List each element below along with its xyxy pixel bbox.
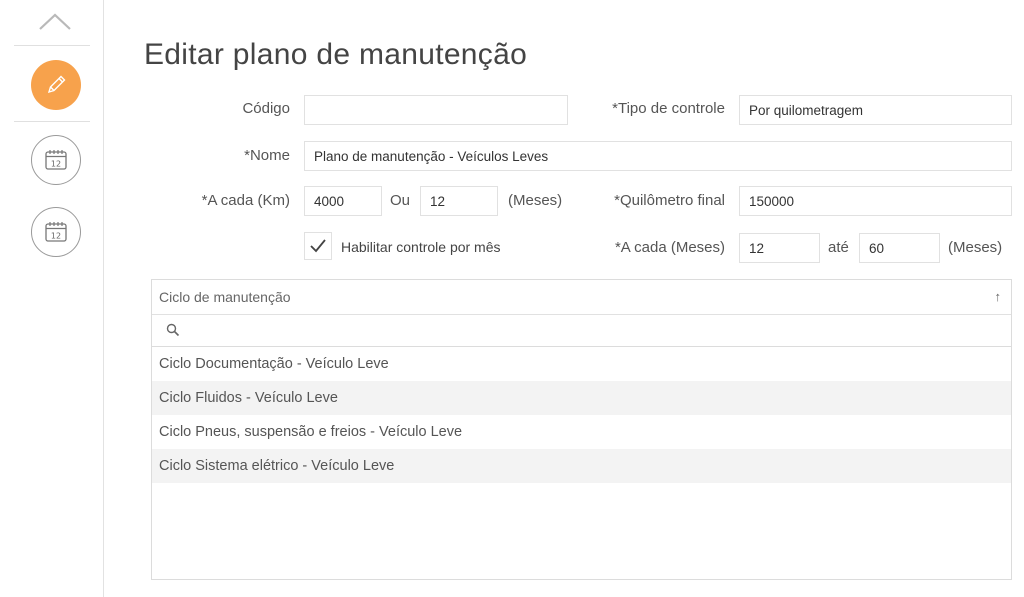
nome-label: *Nome (244, 147, 290, 164)
calendar-button[interactable]: 12 (31, 135, 81, 185)
ciclo-grid: Ciclo de manutenção ↑ Ciclo Documentação… (151, 279, 1012, 580)
meses-label-2: (Meses) (948, 239, 1003, 256)
sidebar: 12 12 (0, 0, 104, 597)
habilitar-checkbox[interactable] (304, 232, 332, 260)
list-item[interactable]: Ciclo Sistema elétrico - Veículo Leve (152, 449, 1011, 483)
grid-header-ciclo[interactable]: Ciclo de manutenção ↑ (152, 280, 1011, 315)
chevron-up-icon[interactable] (37, 10, 73, 32)
search-icon (166, 323, 180, 337)
list-item[interactable]: Ciclo Fluidos - Veículo Leve (152, 381, 1011, 415)
checkmark-icon (310, 239, 326, 253)
pencil-icon (47, 75, 66, 94)
km-final-input[interactable]: 150000 (739, 186, 1012, 216)
a-cada-km-input[interactable]: 4000 (304, 186, 382, 216)
km-final-label: *Quilômetro final (614, 192, 725, 209)
tipo-controle-select[interactable]: Por quilometragem (739, 95, 1012, 125)
ou-label: Ou (390, 192, 411, 209)
a-cada-meses-input[interactable]: 12 (739, 233, 820, 263)
grid-search-row (152, 315, 1011, 347)
sidebar-divider (14, 121, 90, 122)
svg-text:12: 12 (51, 232, 61, 241)
a-cada-km-label: *A cada (Km) (201, 192, 290, 209)
codigo-label: Código (242, 100, 290, 117)
list-item[interactable]: Ciclo Pneus, suspensão e freios - Veícul… (152, 415, 1011, 449)
ate-input[interactable]: 60 (859, 233, 940, 263)
habilitar-label[interactable]: Habilitar controle por mês (341, 239, 501, 255)
calendar-button[interactable]: 12 (31, 207, 81, 257)
meses-label: (Meses) (508, 192, 563, 209)
list-item[interactable]: Ciclo Documentação - Veículo Leve (152, 347, 1011, 381)
svg-text:12: 12 (51, 160, 61, 169)
sort-ascending-icon[interactable]: ↑ (995, 280, 1002, 314)
codigo-input[interactable] (304, 95, 568, 125)
grid-search-input[interactable] (188, 315, 1005, 347)
edit-button[interactable] (31, 60, 81, 110)
ate-label: até (828, 239, 849, 256)
nome-input[interactable]: Plano de manutenção - Veículos Leves (304, 141, 1012, 171)
grid-header-label: Ciclo de manutenção (159, 289, 291, 305)
a-cada-meses-label: *A cada (Meses) (614, 239, 725, 256)
sidebar-divider (14, 45, 90, 46)
page-title: Editar plano de manutenção (144, 38, 528, 71)
calendar-icon: 12 (45, 150, 67, 170)
ou-meses-input[interactable]: 12 (420, 186, 498, 216)
calendar-icon: 12 (45, 222, 67, 242)
tipo-controle-label: *Tipo de controle (612, 100, 725, 117)
